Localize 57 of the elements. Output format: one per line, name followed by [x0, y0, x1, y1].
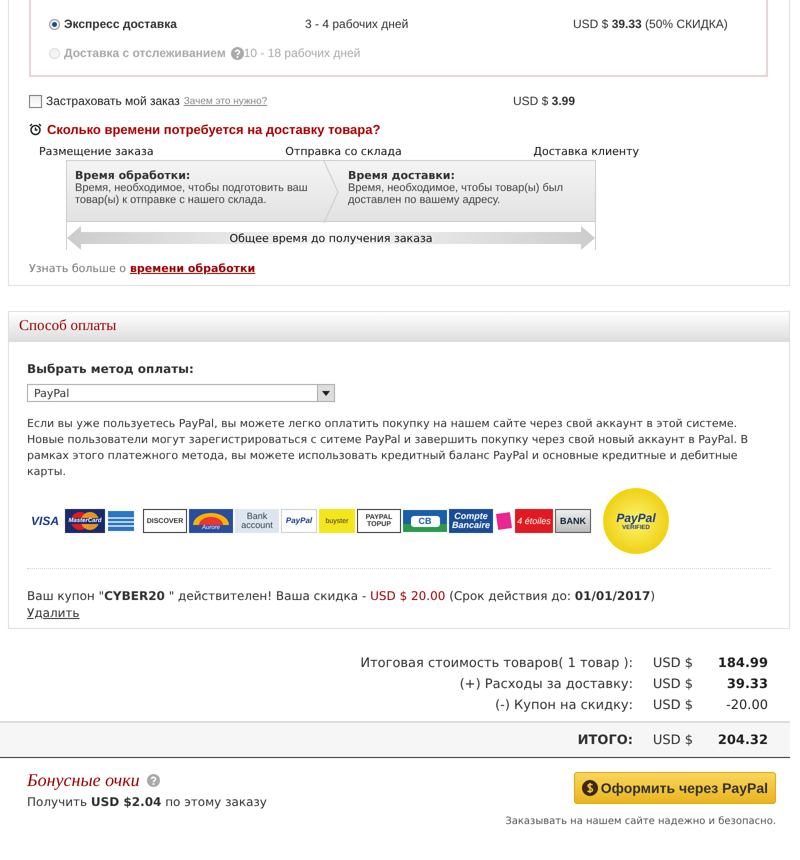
payment-logo [107, 509, 135, 533]
coin-icon [582, 780, 598, 796]
total-label: ИТОГО: [578, 732, 633, 748]
insurance-checkbox[interactable] [29, 94, 42, 108]
payment-logo: Compte Bancaire [449, 509, 493, 533]
payment-description: Если вы уже пользуетесь PayPal, вы можете легко оплатить покупку на нашем сайте через свой аккаунт в этой системе. Новые пользователи могут зарегистрироваться с ситеме PayPal и завершить покупку через свой новый аккаунт в PayPal. В рамках этого платежного метода, вы можете использовать кредитный баланс PayPal и основные кредитные и дебитные карты. [27, 416, 750, 480]
processing-time-link[interactable]: времени обработки [130, 262, 256, 275]
summary-label: (+) Расходы за доставку: [460, 677, 633, 692]
bonus-text: Получить USD $2.04 по этому заказу [27, 795, 267, 809]
delivery-time: 3 - 4 рабочих дней [305, 17, 410, 31]
insurance-label: Застраховать мой заказ [46, 94, 180, 108]
stage-title: Время обработки: [75, 169, 192, 182]
radio-button[interactable] [49, 18, 60, 30]
insurance-price: USD $ 3.99 [512, 94, 575, 108]
payment-logo: PayPal [281, 509, 317, 533]
payment-logo: BANK [555, 509, 591, 533]
shipping-method-name: Экспресс доставка [64, 17, 177, 31]
security-note: Заказывать на нашем сайте надежно и безопасно. [505, 816, 776, 827]
method-label: Выбрать метод оплаты: [27, 362, 195, 376]
learn-more-text: Узнать больше о [29, 262, 126, 275]
summary-label: (-) Купон на скидку: [495, 698, 633, 713]
stage-description: Время, необходимое, чтобы товар(ы) был доставлен по вашему адресу. [348, 182, 564, 206]
summary-amount: -20.00 [725, 698, 768, 713]
stage-title: Время доставки: [348, 169, 456, 182]
currency-label: USD $ [652, 677, 693, 692]
alarm-clock-icon [29, 123, 42, 136]
payment-method-dropdown[interactable]: PayPal [27, 384, 335, 402]
remove-coupon-link[interactable]: Удалить [27, 606, 80, 620]
total-amount: 204.32 [716, 732, 768, 748]
help-icon[interactable] [146, 774, 160, 787]
section-title: Способ оплаты [19, 318, 116, 335]
summary-amount: 184.99 [716, 656, 768, 671]
payment-logo [495, 509, 513, 533]
payment-logo: 4 étoiles [515, 509, 553, 533]
payment-logo: Bank account [235, 509, 279, 533]
why-link[interactable]: Зачем это нужно? [184, 96, 268, 106]
total-time-label: Общее время до получения заказа [229, 232, 433, 244]
stage-description: Время, необходимое, чтобы подготовить ваш товар(ы) к отправке с нашего склада. [75, 182, 309, 206]
double-arrow-icon [67, 226, 595, 250]
bonus-title: Бонусные очки [27, 770, 140, 791]
currency-label: USD $ [652, 732, 693, 748]
delivery-time-heading: Сколько времени потребуется на доставку товара? [47, 122, 380, 137]
currency-label: USD $ [652, 698, 693, 713]
delivery-time: 10 - 18 рабочих дней [244, 46, 362, 60]
caret-icon [322, 390, 330, 396]
shipping-method-name: Доставка с отслеживанием [64, 46, 226, 60]
timeline-milestone: Отправка со склада [285, 145, 402, 158]
timeline-milestone: Доставка клиенту [533, 145, 639, 158]
timeline-milestone: Размещение заказа [39, 145, 154, 158]
payment-logo: CB [403, 509, 447, 533]
payment-logo: VISA [30, 513, 60, 530]
currency-label: USD $ [652, 656, 693, 671]
summary-amount: 39.33 [726, 677, 768, 692]
checkout-button[interactable]: Оформить через PayPal [574, 772, 776, 804]
coupon-message: Ваш купон "CYBER20 " действителен! Ваша скидка - USD $ 20.00 (Срок действия до: 01/01/2017) [27, 589, 656, 603]
shipping-price: USD $ 39.33 (50% СКИДКА) [573, 17, 729, 31]
summary-label: Итоговая стоимость товаров( 1 товар ): [360, 656, 633, 671]
